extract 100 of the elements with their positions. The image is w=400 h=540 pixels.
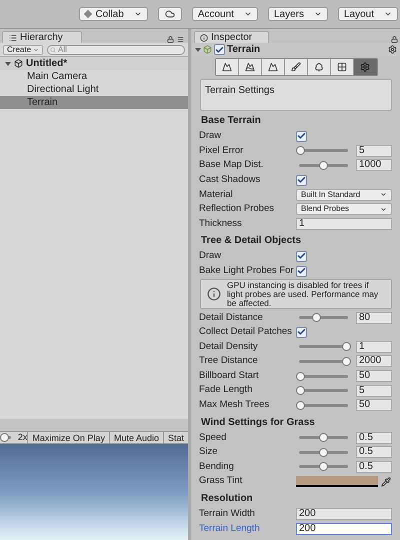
terrain-tool-button[interactable] [262, 59, 284, 75]
field-label: Draw [199, 129, 222, 144]
field-label: Cast Shadows [199, 172, 260, 187]
tool-icon [314, 62, 324, 72]
slider-thumb[interactable] [296, 386, 305, 396]
hierarchy-item[interactable]: Directional Light [0, 83, 188, 96]
tool-icon [268, 62, 278, 72]
terrain-tool-button[interactable] [238, 59, 262, 75]
field-label: Detail Distance [199, 310, 263, 325]
caret-icon [384, 10, 392, 18]
field-label: Base Map Dist. [199, 158, 264, 172]
dropdown[interactable]: Blend Probes [296, 203, 392, 216]
field-label: Billboard Start [199, 368, 259, 383]
slider-thumb[interactable] [312, 313, 322, 322]
slider-thumb[interactable] [319, 433, 328, 442]
cloud-icon [164, 9, 175, 19]
field-label: Thickness [199, 216, 242, 231]
section-header: Resolution [200, 492, 254, 506]
checkbox[interactable] [296, 174, 307, 186]
field-label: Pixel Error [199, 144, 244, 158]
field-label: Bake Light Probes For [199, 264, 294, 278]
tool-icon [222, 62, 232, 72]
number-field[interactable]: 1 [356, 340, 392, 353]
field-label: Grass Tint [199, 474, 242, 488]
foldout-arrow-icon[interactable] [195, 46, 201, 52]
game-toolbar-button[interactable]: Stat [162, 432, 188, 443]
section-header: Tree & Detail Objects [200, 234, 302, 248]
terrain-tool-button[interactable] [354, 59, 376, 75]
toolbar-dropdown[interactable]: Account [192, 7, 258, 21]
create-button[interactable]: Create [3, 44, 44, 54]
menu-icon[interactable] [177, 36, 184, 43]
number-field[interactable]: 80 [356, 312, 392, 324]
number-field[interactable]: 0.5 [356, 446, 392, 458]
game-toolbar-button[interactable]: Mute Audio [108, 432, 163, 443]
lock-icon[interactable] [167, 36, 174, 43]
checkbox[interactable] [296, 266, 307, 277]
toolbar-dropdown[interactable]: Layers [268, 7, 328, 21]
input-field[interactable]: 200 [296, 522, 392, 535]
settings-icon[interactable] [388, 45, 397, 54]
tool-icon [360, 62, 370, 72]
caret-icon [244, 10, 252, 18]
checkbox[interactable] [296, 326, 307, 338]
field-label: Draw [199, 249, 222, 264]
number-field[interactable]: 0.5 [356, 432, 392, 444]
tool-icon [290, 62, 300, 72]
number-field[interactable]: 2000 [356, 355, 392, 368]
checkbox[interactable] [296, 130, 307, 142]
tool-icon [244, 62, 254, 72]
checkbox[interactable] [296, 250, 307, 262]
terrain-tool-button[interactable] [284, 59, 308, 75]
checkbox[interactable] [214, 44, 225, 55]
search-icon [50, 46, 56, 52]
field-label: Tree Distance [199, 354, 258, 368]
eyedropper-icon[interactable] [381, 476, 391, 487]
slider-thumb[interactable] [342, 342, 351, 352]
field-label: Terrain Length [199, 522, 260, 536]
expand-arrow-icon[interactable] [5, 60, 11, 66]
terrain-tool-button[interactable] [216, 59, 238, 75]
slider-thumb[interactable] [296, 146, 305, 156]
game-toolbar-button[interactable]: Maximize On Play [27, 432, 109, 443]
number-field[interactable]: 50 [356, 370, 392, 382]
field-label: Material [199, 188, 233, 202]
caret-icon [134, 10, 142, 18]
number-field[interactable]: 5 [356, 144, 392, 157]
input-field[interactable]: 200 [296, 508, 392, 520]
info-icon [200, 34, 208, 42]
search-field[interactable]: All [47, 44, 185, 54]
hierarchy-item[interactable]: Terrain [0, 96, 188, 109]
number-field[interactable]: 1000 [356, 159, 392, 172]
inspector-tab[interactable]: Inspector [194, 31, 269, 43]
number-field[interactable]: 5 [356, 384, 392, 397]
caret-icon [314, 10, 322, 18]
slider-thumb[interactable] [319, 160, 328, 170]
cloud-button[interactable] [158, 7, 182, 21]
description-box: Terrain Settings [200, 79, 392, 111]
scene-item[interactable]: Untitled* [0, 57, 188, 70]
tool-icon [336, 62, 346, 72]
slider-thumb[interactable] [342, 356, 351, 366]
hierarchy-tab[interactable]: Hierarchy [2, 31, 82, 43]
terrain-tool-button[interactable] [308, 59, 330, 75]
list-icon [9, 34, 17, 42]
toolbar-dropdown[interactable]: Collab [79, 7, 148, 21]
field-label: Size [199, 445, 218, 460]
caret-icon [33, 46, 40, 52]
slider-thumb[interactable] [319, 448, 328, 457]
input-field[interactable]: 1 [296, 218, 392, 230]
lock-icon[interactable] [391, 36, 398, 43]
toolbar-dropdown[interactable]: Layout [338, 7, 398, 21]
terrain-tool-button[interactable] [330, 59, 354, 75]
field-label: Terrain Width [199, 507, 255, 522]
dropdown[interactable]: Built In Standard [296, 188, 392, 201]
slider-thumb[interactable] [296, 372, 305, 381]
slider-thumb[interactable] [319, 462, 328, 472]
number-field[interactable]: 50 [356, 399, 392, 412]
hierarchy-item[interactable]: Main Camera [0, 70, 188, 83]
slider-thumb[interactable] [296, 400, 305, 410]
color-swatch[interactable] [296, 476, 378, 488]
field-label: Speed [199, 430, 226, 445]
slider-thumb[interactable] [0, 433, 10, 442]
number-field[interactable]: 0.5 [356, 460, 392, 473]
